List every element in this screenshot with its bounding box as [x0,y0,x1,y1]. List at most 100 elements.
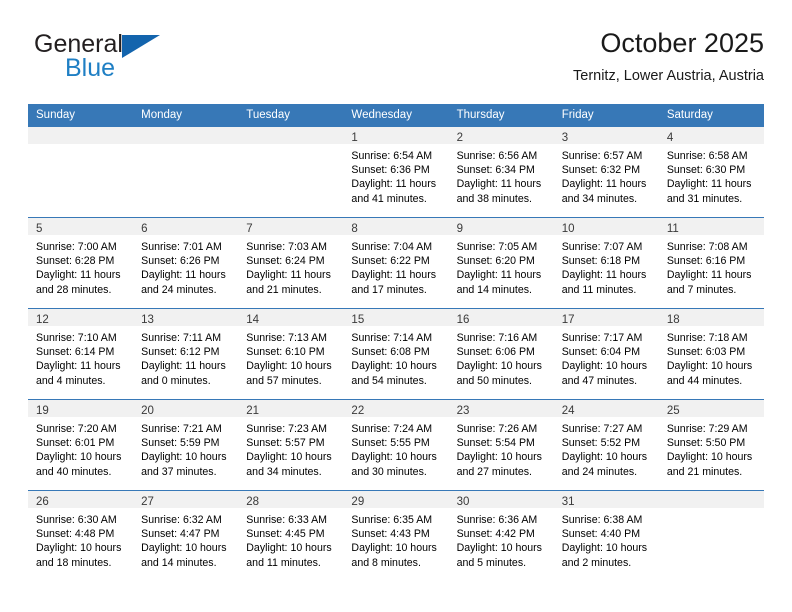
day-cell: 5 Sunrise: 7:00 AM Sunset: 6:28 PM Daylight… [28,218,134,306]
day-details: Sunrise: 7:00 AM Sunset: 6:28 PM Daylight:… [28,235,133,297]
day-number: 12 [36,314,49,326]
daylight-duration-line1: Daylight: 11 hours [141,360,226,373]
calendar-day-cell[interactable]: 31 Sunrise: 6:38 AM Sunset: 4:40 PM Dayligh… [553,490,659,581]
day-cell: 11 Sunrise: 7:08 AM Sunset: 6:16 PM Dayligh… [658,218,764,306]
day-number: 1 [351,132,358,144]
day-cell: 27 Sunrise: 6:32 AM Sunset: 4:47 PM Dayligh… [133,491,239,579]
calendar-day-cell[interactable]: 1 Sunrise: 6:54 AM Sunset: 6:36 PM Daylight… [343,127,449,218]
calendar-day-cell[interactable]: 16 Sunrise: 7:16 AM Sunset: 6:06 PM Dayligh… [448,308,554,400]
daylight-duration-line2: and 7 minutes. [666,283,737,296]
calendar-day-cell[interactable]: 17 Sunrise: 7:17 AM Sunset: 6:04 PM Dayligh… [553,308,659,400]
calendar-day-cell[interactable]: 22 Sunrise: 7:24 AM Sunset: 5:55 PM Dayligh… [343,399,449,491]
day-cell: 30 Sunrise: 6:36 AM Sunset: 4:42 PM Dayligh… [448,491,554,579]
sunrise-time: Sunrise: 7:21 AM [141,423,222,435]
day-details: Sunrise: 7:05 AM Sunset: 6:20 PM Daylight:… [449,235,554,297]
calendar-day-cell[interactable]: 7 Sunrise: 7:03 AM Sunset: 6:24 PM Daylight… [238,217,344,309]
day-cell: 8 Sunrise: 7:04 AM Sunset: 6:22 PM Daylight… [343,218,449,306]
sunset-time: Sunset: 6:12 PM [141,346,220,359]
calendar-day-cell [238,127,344,218]
day-number-band: 6 [133,218,239,235]
sunset-time: Sunset: 6:34 PM [456,164,535,177]
day-details: Sunrise: 7:21 AM Sunset: 5:59 PM Daylight:… [133,417,238,479]
calendar-day-cell[interactable]: 26 Sunrise: 6:30 AM Sunset: 4:48 PM Dayligh… [28,490,134,581]
calendar-day-cell[interactable]: 19 Sunrise: 7:20 AM Sunset: 6:01 PM Dayligh… [28,399,134,491]
day-cell: 10 Sunrise: 7:07 AM Sunset: 6:18 PM Dayligh… [553,218,659,306]
calendar-day-cell[interactable]: 20 Sunrise: 7:21 AM Sunset: 5:59 PM Dayligh… [133,399,239,491]
day-number-band: 29 [343,491,449,508]
day-number-band: 14 [238,309,344,326]
daylight-duration-line1: Daylight: 11 hours [351,269,437,282]
sunrise-time: Sunrise: 7:10 AM [36,332,117,344]
day-number-band: 10 [553,218,659,235]
calendar-day-cell[interactable]: 23 Sunrise: 7:26 AM Sunset: 5:54 PM Dayligh… [448,399,554,491]
weekday-header-sunday: Sunday [28,104,134,127]
sunrise-time: Sunrise: 7:29 AM [666,423,748,435]
calendar-day-cell[interactable]: 29 Sunrise: 6:35 AM Sunset: 4:43 PM Dayligh… [343,490,449,581]
day-number-band: 5 [28,218,134,235]
sunrise-time: Sunrise: 6:54 AM [351,150,433,162]
calendar-day-cell[interactable]: 11 Sunrise: 7:08 AM Sunset: 6:16 PM Dayligh… [658,217,764,309]
calendar-day-cell[interactable]: 21 Sunrise: 7:23 AM Sunset: 5:57 PM Dayligh… [238,399,344,491]
sunrise-time: Sunrise: 7:04 AM [351,241,433,253]
day-cell: 24 Sunrise: 7:27 AM Sunset: 5:52 PM Dayligh… [553,400,659,488]
sunrise-time: Sunrise: 7:16 AM [456,332,538,344]
day-details: Sunrise: 7:29 AM Sunset: 5:50 PM Daylight:… [659,417,764,479]
calendar-day-cell[interactable]: 30 Sunrise: 6:36 AM Sunset: 4:42 PM Dayligh… [448,490,554,581]
sunset-time: Sunset: 6:26 PM [141,255,220,268]
day-details: Sunrise: 6:35 AM Sunset: 4:43 PM Daylight:… [343,508,448,570]
general-blue-logo[interactable]: General Blue [34,30,234,90]
calendar-day-cell[interactable]: 9 Sunrise: 7:05 AM Sunset: 6:20 PM Daylight… [448,217,554,309]
day-number: 9 [456,223,463,235]
day-number-band: 26 [28,491,134,508]
logo-text-blue: Blue [65,54,116,82]
day-number: 23 [456,405,470,417]
day-number-band: 4 [658,127,764,144]
calendar-day-cell[interactable]: 27 Sunrise: 6:32 AM Sunset: 4:47 PM Dayligh… [133,490,239,581]
daylight-duration-line1: Daylight: 10 hours [561,360,648,373]
sunset-time: Sunset: 6:32 PM [561,164,641,177]
calendar-day-cell[interactable]: 4 Sunrise: 6:58 AM Sunset: 6:30 PM Daylight… [658,127,764,218]
daylight-duration-line1: Daylight: 10 hours [351,360,437,373]
sunset-time: Sunset: 5:57 PM [246,437,325,450]
calendar-day-cell [133,127,239,218]
daylight-duration-line2: and 34 minutes. [561,192,638,205]
day-number: 24 [561,405,575,417]
calendar-header-row: Sunday Monday Tuesday Wednesday Thursday… [28,104,764,127]
day-details: Sunrise: 6:32 AM Sunset: 4:47 PM Daylight:… [133,508,238,570]
day-details: Sunrise: 7:04 AM Sunset: 6:22 PM Daylight:… [343,235,448,297]
calendar-table: Sunday Monday Tuesday Wednesday Thursday… [28,104,764,581]
sunset-time: Sunset: 6:16 PM [666,255,746,268]
page-title: October 2025 [600,28,764,58]
daylight-duration-line1: Daylight: 11 hours [246,269,331,282]
calendar-day-cell[interactable]: 10 Sunrise: 7:07 AM Sunset: 6:18 PM Dayligh… [553,217,659,309]
daylight-duration-line1: Daylight: 11 hours [561,269,647,282]
page-header: General Blue October 2025 Ternitz, Lower… [28,26,764,98]
calendar-day-cell[interactable]: 18 Sunrise: 7:18 AM Sunset: 6:03 PM Dayligh… [658,308,764,400]
calendar-day-cell[interactable]: 14 Sunrise: 7:13 AM Sunset: 6:10 PM Dayligh… [238,308,344,400]
calendar-day-cell[interactable]: 6 Sunrise: 7:01 AM Sunset: 6:26 PM Daylight… [133,217,239,309]
calendar-day-cell[interactable]: 25 Sunrise: 7:29 AM Sunset: 5:50 PM Dayligh… [658,399,764,491]
day-number: 29 [351,496,365,508]
day-number: 7 [246,223,253,235]
calendar-day-cell[interactable]: 3 Sunrise: 6:57 AM Sunset: 6:32 PM Daylight… [553,127,659,218]
calendar-day-cell[interactable]: 24 Sunrise: 7:27 AM Sunset: 5:52 PM Dayligh… [553,399,659,491]
sunrise-time: Sunrise: 7:17 AM [561,332,643,344]
day-number-band: 17 [553,309,659,326]
calendar-day-cell[interactable]: 2 Sunrise: 6:56 AM Sunset: 6:34 PM Daylight… [448,127,554,218]
calendar-day-cell[interactable]: 28 Sunrise: 6:33 AM Sunset: 4:45 PM Dayligh… [238,490,344,581]
day-number: 11 [666,223,679,235]
daylight-duration-line1: Daylight: 10 hours [246,542,332,555]
day-number: 10 [561,223,575,235]
daylight-duration-line2: and 44 minutes. [666,374,743,387]
weekday-header-friday: Friday [553,104,659,127]
sunrise-time: Sunrise: 7:18 AM [666,332,748,344]
day-number: 15 [351,314,365,326]
calendar-day-cell[interactable]: 15 Sunrise: 7:14 AM Sunset: 6:08 PM Dayligh… [343,308,449,400]
daylight-duration-line2: and 47 minutes. [561,374,638,387]
calendar-day-cell[interactable]: 12 Sunrise: 7:10 AM Sunset: 6:14 PM Dayligh… [28,308,134,400]
day-details: Sunrise: 7:10 AM Sunset: 6:14 PM Daylight:… [28,326,133,388]
calendar-day-cell[interactable]: 13 Sunrise: 7:11 AM Sunset: 6:12 PM Dayligh… [133,308,239,400]
calendar-day-cell[interactable]: 8 Sunrise: 7:04 AM Sunset: 6:22 PM Daylight… [343,217,449,309]
daylight-duration-line2: and 34 minutes. [246,465,322,478]
calendar-day-cell[interactable]: 5 Sunrise: 7:00 AM Sunset: 6:28 PM Daylight… [28,217,134,309]
